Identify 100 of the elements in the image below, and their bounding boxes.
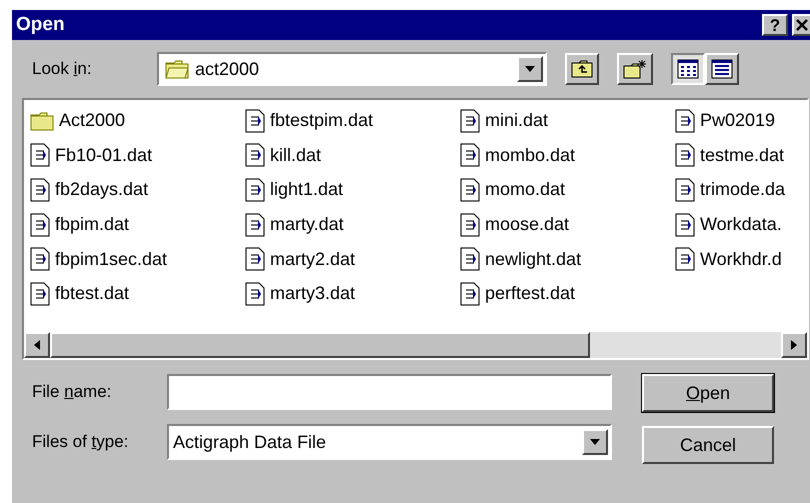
file-name: testme.dat (700, 144, 784, 167)
file-item[interactable]: marty3.dat (245, 277, 460, 310)
file-name-field[interactable] (167, 374, 612, 410)
file-type-dropdown[interactable]: Actigraph Data File (167, 424, 612, 460)
file-name: fbpim1sec.dat (55, 248, 168, 271)
file-name: mini.dat (485, 109, 548, 132)
document-icon (675, 108, 695, 132)
up-folder-icon (571, 60, 593, 78)
folder-icon (165, 59, 189, 79)
document-icon (675, 178, 695, 202)
dropdown-button[interactable] (582, 429, 608, 455)
help-button[interactable]: ? (762, 14, 788, 36)
file-name: Workhdr.d (700, 248, 782, 271)
dropdown-button[interactable] (517, 56, 543, 82)
document-icon (245, 108, 265, 132)
left-arrow-icon (34, 340, 40, 350)
look-in-label: Look in: (32, 58, 93, 80)
document-icon (30, 143, 50, 168)
right-arrow-icon (791, 340, 797, 350)
close-icon (795, 19, 809, 31)
file-name: perftest.dat (485, 282, 576, 306)
document-icon (460, 178, 480, 202)
file-item[interactable]: momo.dat (460, 173, 675, 206)
new-folder-icon (623, 59, 647, 79)
horizontal-scrollbar[interactable] (24, 332, 807, 358)
file-name: newlight.dat (485, 248, 582, 271)
file-item[interactable]: Workdata. (675, 208, 807, 241)
file-name: marty.dat (270, 213, 344, 236)
cancel-button[interactable]: Cancel (642, 426, 774, 464)
file-name: mombo.dat (485, 144, 576, 167)
file-item[interactable]: moose.dat (460, 208, 675, 241)
file-item[interactable]: trimode.da (675, 173, 807, 206)
folder-icon (30, 110, 54, 130)
file-name: fbtestpim.dat (270, 109, 374, 132)
file-item[interactable]: kill.dat (245, 138, 460, 172)
new-folder-button[interactable] (617, 53, 653, 85)
file-name: Workdata. (700, 213, 782, 236)
folder-name: act2000 (195, 58, 260, 80)
window-title: Open (16, 12, 66, 37)
document-icon (460, 143, 480, 168)
details-view-icon (711, 59, 733, 79)
document-icon (30, 247, 50, 272)
file-item[interactable]: Workhdr.d (675, 242, 807, 276)
document-icon (245, 282, 265, 306)
scroll-thumb[interactable] (50, 332, 590, 358)
file-item[interactable]: fb2days.dat (30, 173, 245, 206)
file-name: Act2000 (59, 109, 126, 132)
document-icon (460, 282, 480, 306)
up-folder-button[interactable] (565, 53, 599, 85)
document-icon (245, 178, 265, 202)
file-item[interactable]: testme.dat (675, 138, 807, 172)
file-type-value: Actigraph Data File (173, 430, 328, 454)
document-icon (30, 178, 50, 202)
file-item[interactable]: light1.dat (245, 173, 460, 206)
document-icon (30, 212, 50, 236)
file-item[interactable]: marty2.dat (245, 242, 460, 276)
document-icon (675, 212, 695, 236)
file-name: marty2.dat (270, 248, 356, 271)
file-name: Fb10-01.dat (55, 144, 152, 167)
file-name: kill.dat (270, 144, 322, 167)
file-item[interactable]: mini.dat (460, 104, 675, 137)
file-item[interactable]: Fb10-01.dat (30, 138, 245, 172)
list-view-icon (677, 59, 699, 79)
document-icon (675, 143, 695, 168)
caret-icon (590, 439, 600, 445)
file-item[interactable]: marty.dat (245, 208, 460, 241)
file-name: fbtest.dat (55, 282, 130, 306)
file-name: momo.dat (485, 178, 566, 202)
file-item[interactable]: perftest.dat (460, 277, 675, 310)
list-view-button[interactable] (671, 53, 705, 85)
file-item[interactable]: fbtest.dat (30, 277, 245, 310)
scroll-left-button[interactable] (24, 332, 50, 358)
document-icon (30, 282, 50, 306)
file-item[interactable]: newlight.dat (460, 242, 675, 276)
scroll-right-button[interactable] (781, 332, 807, 358)
file-name: moose.dat (485, 213, 570, 236)
file-item[interactable]: fbpim.dat (30, 208, 245, 241)
file-item[interactable]: mombo.dat (460, 138, 675, 172)
document-icon (460, 247, 480, 272)
look-in-dropdown[interactable]: act2000 (157, 52, 547, 86)
document-icon (245, 212, 265, 236)
document-icon (675, 247, 695, 272)
details-view-button[interactable] (705, 53, 739, 85)
open-button[interactable]: Open (642, 374, 774, 412)
caret-icon (525, 66, 535, 72)
file-name: fbpim.dat (55, 213, 130, 236)
document-icon (245, 247, 265, 272)
file-item[interactable]: Pw02019 (675, 104, 807, 137)
file-item[interactable]: fbtestpim.dat (245, 104, 460, 137)
file-name: trimode.da (700, 178, 786, 202)
file-type-label: Files of type: (32, 431, 130, 454)
file-name: marty3.dat (270, 282, 356, 306)
close-button[interactable] (792, 14, 810, 36)
folder-item[interactable]: Act2000 (30, 104, 245, 137)
file-name: fb2days.dat (55, 178, 148, 202)
document-icon (460, 108, 480, 132)
file-name: light1.dat (270, 178, 344, 202)
file-name-label: File name: (32, 381, 112, 404)
file-item[interactable]: fbpim1sec.dat (30, 242, 245, 276)
document-icon (460, 212, 480, 236)
